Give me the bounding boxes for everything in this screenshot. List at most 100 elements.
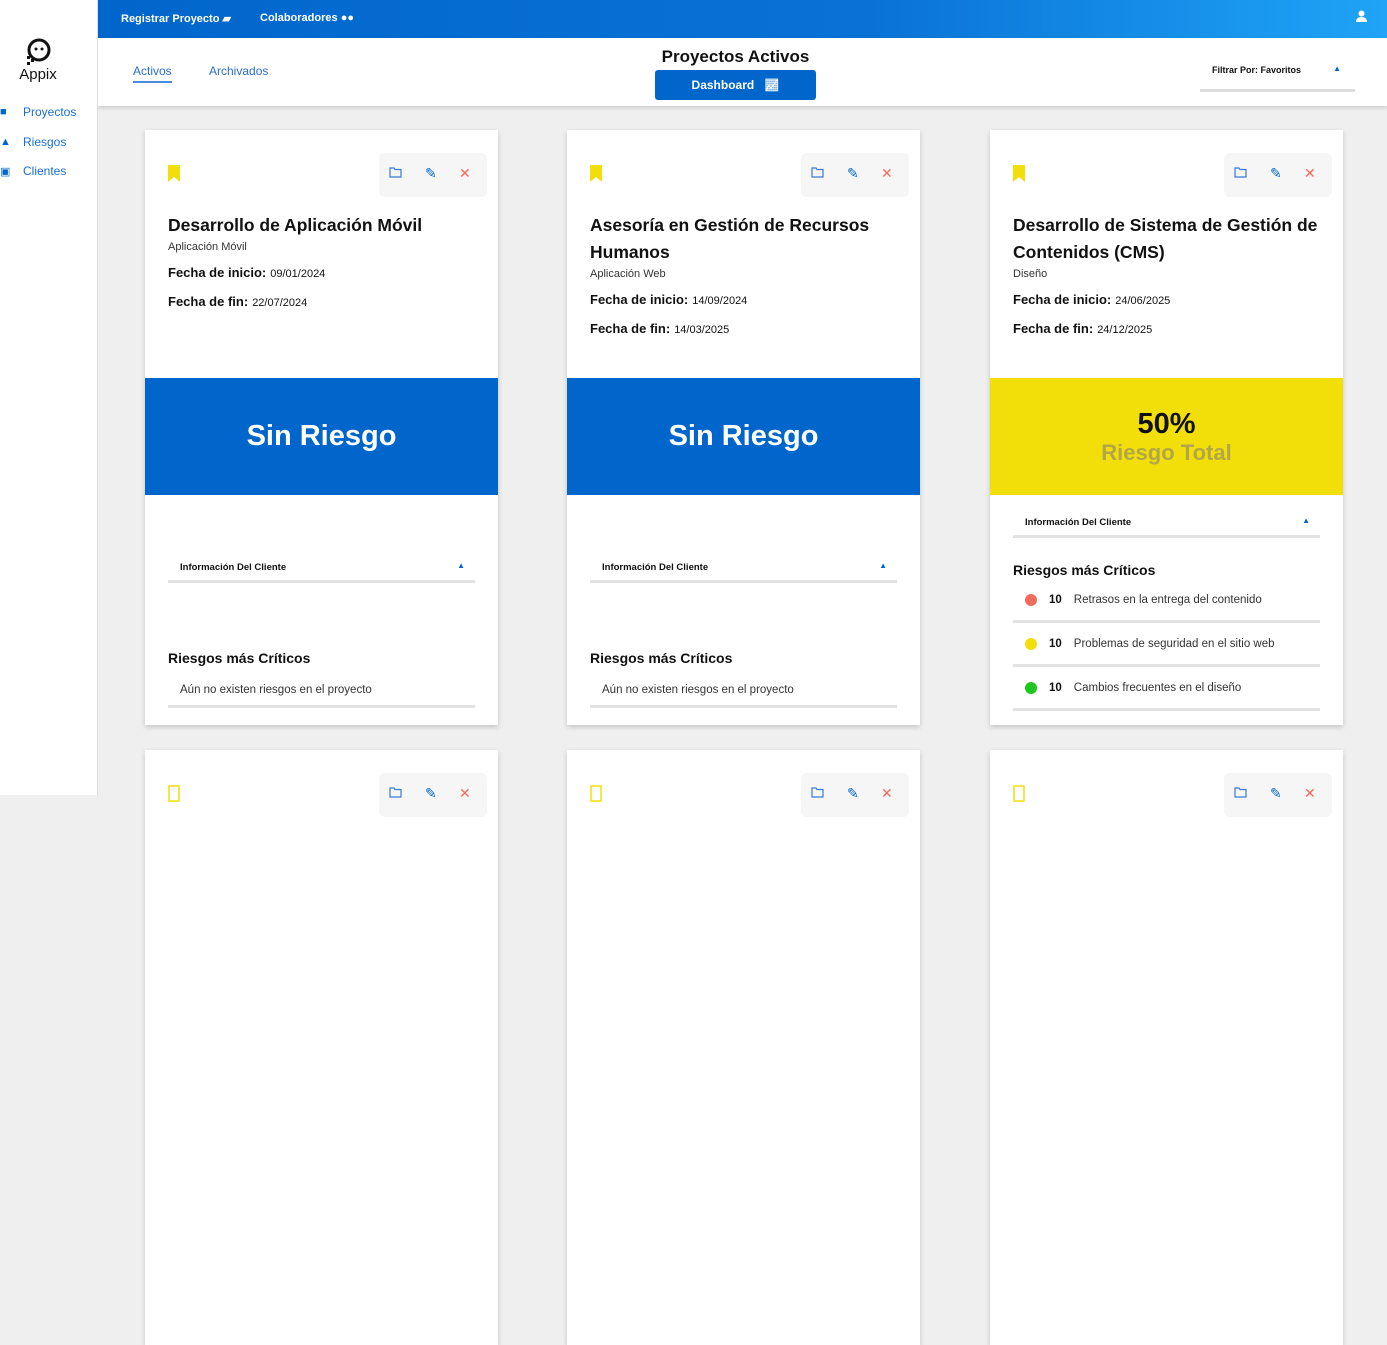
sidebar-item-clientes[interactable]: ▣ Clientes bbox=[0, 164, 66, 178]
bookmark-outline-icon[interactable] bbox=[1013, 785, 1025, 802]
folder-button[interactable] bbox=[1234, 785, 1247, 801]
end-value: 24/12/2025 bbox=[1097, 324, 1153, 336]
edit-button[interactable]: ✎ bbox=[847, 785, 859, 802]
dashboard-button[interactable]: Dashboard 📈︎ bbox=[655, 70, 816, 100]
project-title: Desarrollo de Aplicación Móvil bbox=[168, 215, 423, 235]
delete-button[interactable]: ✕ bbox=[881, 785, 893, 802]
end-date: Fecha de fin: 14/03/2025 bbox=[590, 319, 900, 340]
card-actions: ✎ ✕ bbox=[1224, 153, 1332, 197]
tab-activos[interactable]: Activos bbox=[133, 64, 172, 83]
client-info-toggle[interactable]: Información Del Cliente ▲ bbox=[590, 557, 897, 583]
folder-icon bbox=[1234, 787, 1247, 798]
delete-button[interactable]: ✕ bbox=[459, 165, 471, 182]
no-risks-message: Aún no existen riesgos en el proyecto bbox=[590, 680, 897, 708]
client-info-toggle[interactable]: Información Del Cliente ▲ bbox=[168, 557, 475, 583]
warning-icon: ▲ bbox=[0, 136, 11, 148]
folder-button[interactable] bbox=[1234, 165, 1247, 181]
close-icon: ✕ bbox=[881, 165, 893, 181]
bookmark-icon[interactable] bbox=[168, 165, 180, 182]
user-icon[interactable] bbox=[1356, 10, 1367, 25]
risk-label: Problemas de seguridad en el sitio web bbox=[1073, 637, 1275, 650]
sidebar-item-label: Proyectos bbox=[23, 105, 77, 119]
folder-button[interactable] bbox=[389, 785, 402, 801]
start-date: Fecha de inicio: 09/01/2024 bbox=[168, 263, 478, 284]
card-actions: ✎ ✕ bbox=[1224, 773, 1332, 817]
project-info: Asesoría en Gestión de Recursos Humanos A… bbox=[590, 212, 900, 340]
card-actions: ✎ ✕ bbox=[379, 153, 487, 197]
client-info-toggle[interactable]: Información Del Cliente ▲ bbox=[1013, 512, 1320, 538]
bookmark-icon[interactable] bbox=[590, 165, 602, 182]
start-date: Fecha de inicio: 14/09/2024 bbox=[590, 290, 900, 311]
risk-label: Retrasos en la entrega del contenido bbox=[1073, 593, 1262, 606]
close-icon: ✕ bbox=[459, 785, 471, 801]
risk-label: Cambios frecuentes en el diseño bbox=[1073, 681, 1242, 694]
caret-up-icon: ▲ bbox=[1333, 64, 1341, 73]
delete-button[interactable]: ✕ bbox=[1304, 785, 1316, 802]
sidebar-item-riesgos[interactable]: ▲ Riesgos bbox=[0, 135, 66, 149]
end-label: Fecha de fin: bbox=[1013, 321, 1094, 336]
no-risks-message: Aún no existen riesgos en el proyecto bbox=[168, 680, 475, 708]
risk-percent: 50% bbox=[1137, 408, 1196, 440]
delete-button[interactable]: ✕ bbox=[459, 785, 471, 802]
bookmark-outline-icon[interactable] bbox=[590, 785, 602, 802]
collaborators-link[interactable]: Colaboradores ●● bbox=[260, 12, 354, 24]
folder-button[interactable] bbox=[811, 785, 824, 801]
project-card: ✎ ✕ bbox=[567, 750, 920, 1345]
folder-button[interactable] bbox=[389, 165, 402, 181]
client-info-label: Información Del Cliente bbox=[1025, 517, 1132, 528]
filter-select[interactable]: Filtrar Por: Favoritos ▲ bbox=[1200, 60, 1355, 92]
end-value: 22/07/2024 bbox=[252, 297, 308, 309]
close-icon: ✕ bbox=[881, 785, 893, 801]
end-date: Fecha de fin: 22/07/2024 bbox=[168, 292, 478, 313]
edit-button[interactable]: ✎ bbox=[425, 785, 437, 802]
sidebar-item-label: Riesgos bbox=[23, 135, 67, 149]
bookmark-outline-icon[interactable] bbox=[168, 785, 180, 802]
top-navbar: Registrar Proyecto ▰ Colaboradores ●● bbox=[98, 0, 1387, 38]
delete-button[interactable]: ✕ bbox=[1304, 165, 1316, 182]
tab-archivados[interactable]: Archivados bbox=[209, 64, 268, 81]
users-icon: ●● bbox=[340, 12, 354, 24]
critical-risks-title: Riesgos más Críticos bbox=[590, 650, 733, 666]
edit-button[interactable]: ✎ bbox=[1270, 165, 1282, 182]
dashboard-label: Dashboard bbox=[691, 78, 755, 92]
project-title: Desarrollo de Sistema de Gestión de Cont… bbox=[1013, 215, 1318, 262]
card-actions: ✎ ✕ bbox=[801, 773, 909, 817]
risk-band: 50% Riesgo Total bbox=[990, 378, 1343, 495]
risk-level-dot bbox=[1025, 681, 1037, 694]
pencil-icon: ✎ bbox=[1270, 165, 1282, 181]
no-risk-label: Sin Riesgo bbox=[246, 420, 397, 452]
edit-button[interactable]: ✎ bbox=[425, 165, 437, 182]
filter-value: Filtrar Por: Favoritos bbox=[1212, 65, 1302, 75]
risk-level-dot bbox=[1025, 593, 1037, 606]
pencil-icon: ✎ bbox=[425, 785, 437, 801]
folder-icon bbox=[811, 787, 824, 798]
project-card: ✎ ✕ Desarrollo de Aplicación Móvil Aplica… bbox=[145, 130, 498, 725]
register-label: Registrar Proyecto bbox=[121, 13, 220, 25]
risk-item[interactable]: 10 Retrasos en la entrega del contenido bbox=[1013, 579, 1320, 623]
appix-logo[interactable]: Appix bbox=[18, 38, 58, 84]
folder-icon bbox=[1234, 167, 1247, 178]
edit-button[interactable]: ✎ bbox=[847, 165, 859, 182]
folder-open-icon: ▰ bbox=[222, 13, 231, 25]
risk-score: 10 bbox=[1049, 637, 1062, 650]
edit-button[interactable]: ✎ bbox=[1270, 785, 1282, 802]
project-type: Aplicación Web bbox=[590, 268, 666, 280]
folder-icon: ■ bbox=[0, 106, 7, 118]
card-actions: ✎ ✕ bbox=[801, 153, 909, 197]
risk-item[interactable]: 10 Cambios frecuentes en el diseño bbox=[1013, 667, 1320, 711]
delete-button[interactable]: ✕ bbox=[881, 165, 893, 182]
project-type: Diseño bbox=[1013, 268, 1048, 280]
register-project-link[interactable]: Registrar Proyecto ▰ bbox=[121, 12, 231, 25]
subheader: Activos Archivados Proyectos Activos Das… bbox=[98, 38, 1387, 106]
bookmark-icon[interactable] bbox=[1013, 165, 1025, 182]
chart-line-icon: 📈︎ bbox=[764, 78, 780, 92]
sidebar-item-proyectos[interactable]: ■ Proyectos bbox=[0, 105, 76, 119]
end-date: Fecha de fin: 24/12/2025 bbox=[1013, 319, 1323, 340]
close-icon: ✕ bbox=[459, 165, 471, 181]
risk-band: Sin Riesgo bbox=[145, 378, 498, 495]
folder-button[interactable] bbox=[811, 165, 824, 181]
start-label: Fecha de inicio: bbox=[590, 292, 689, 307]
risk-item[interactable]: 10 Problemas de seguridad en el sitio web bbox=[1013, 623, 1320, 667]
caret-up-icon: ▲ bbox=[879, 561, 887, 570]
close-icon: ✕ bbox=[1304, 785, 1316, 801]
